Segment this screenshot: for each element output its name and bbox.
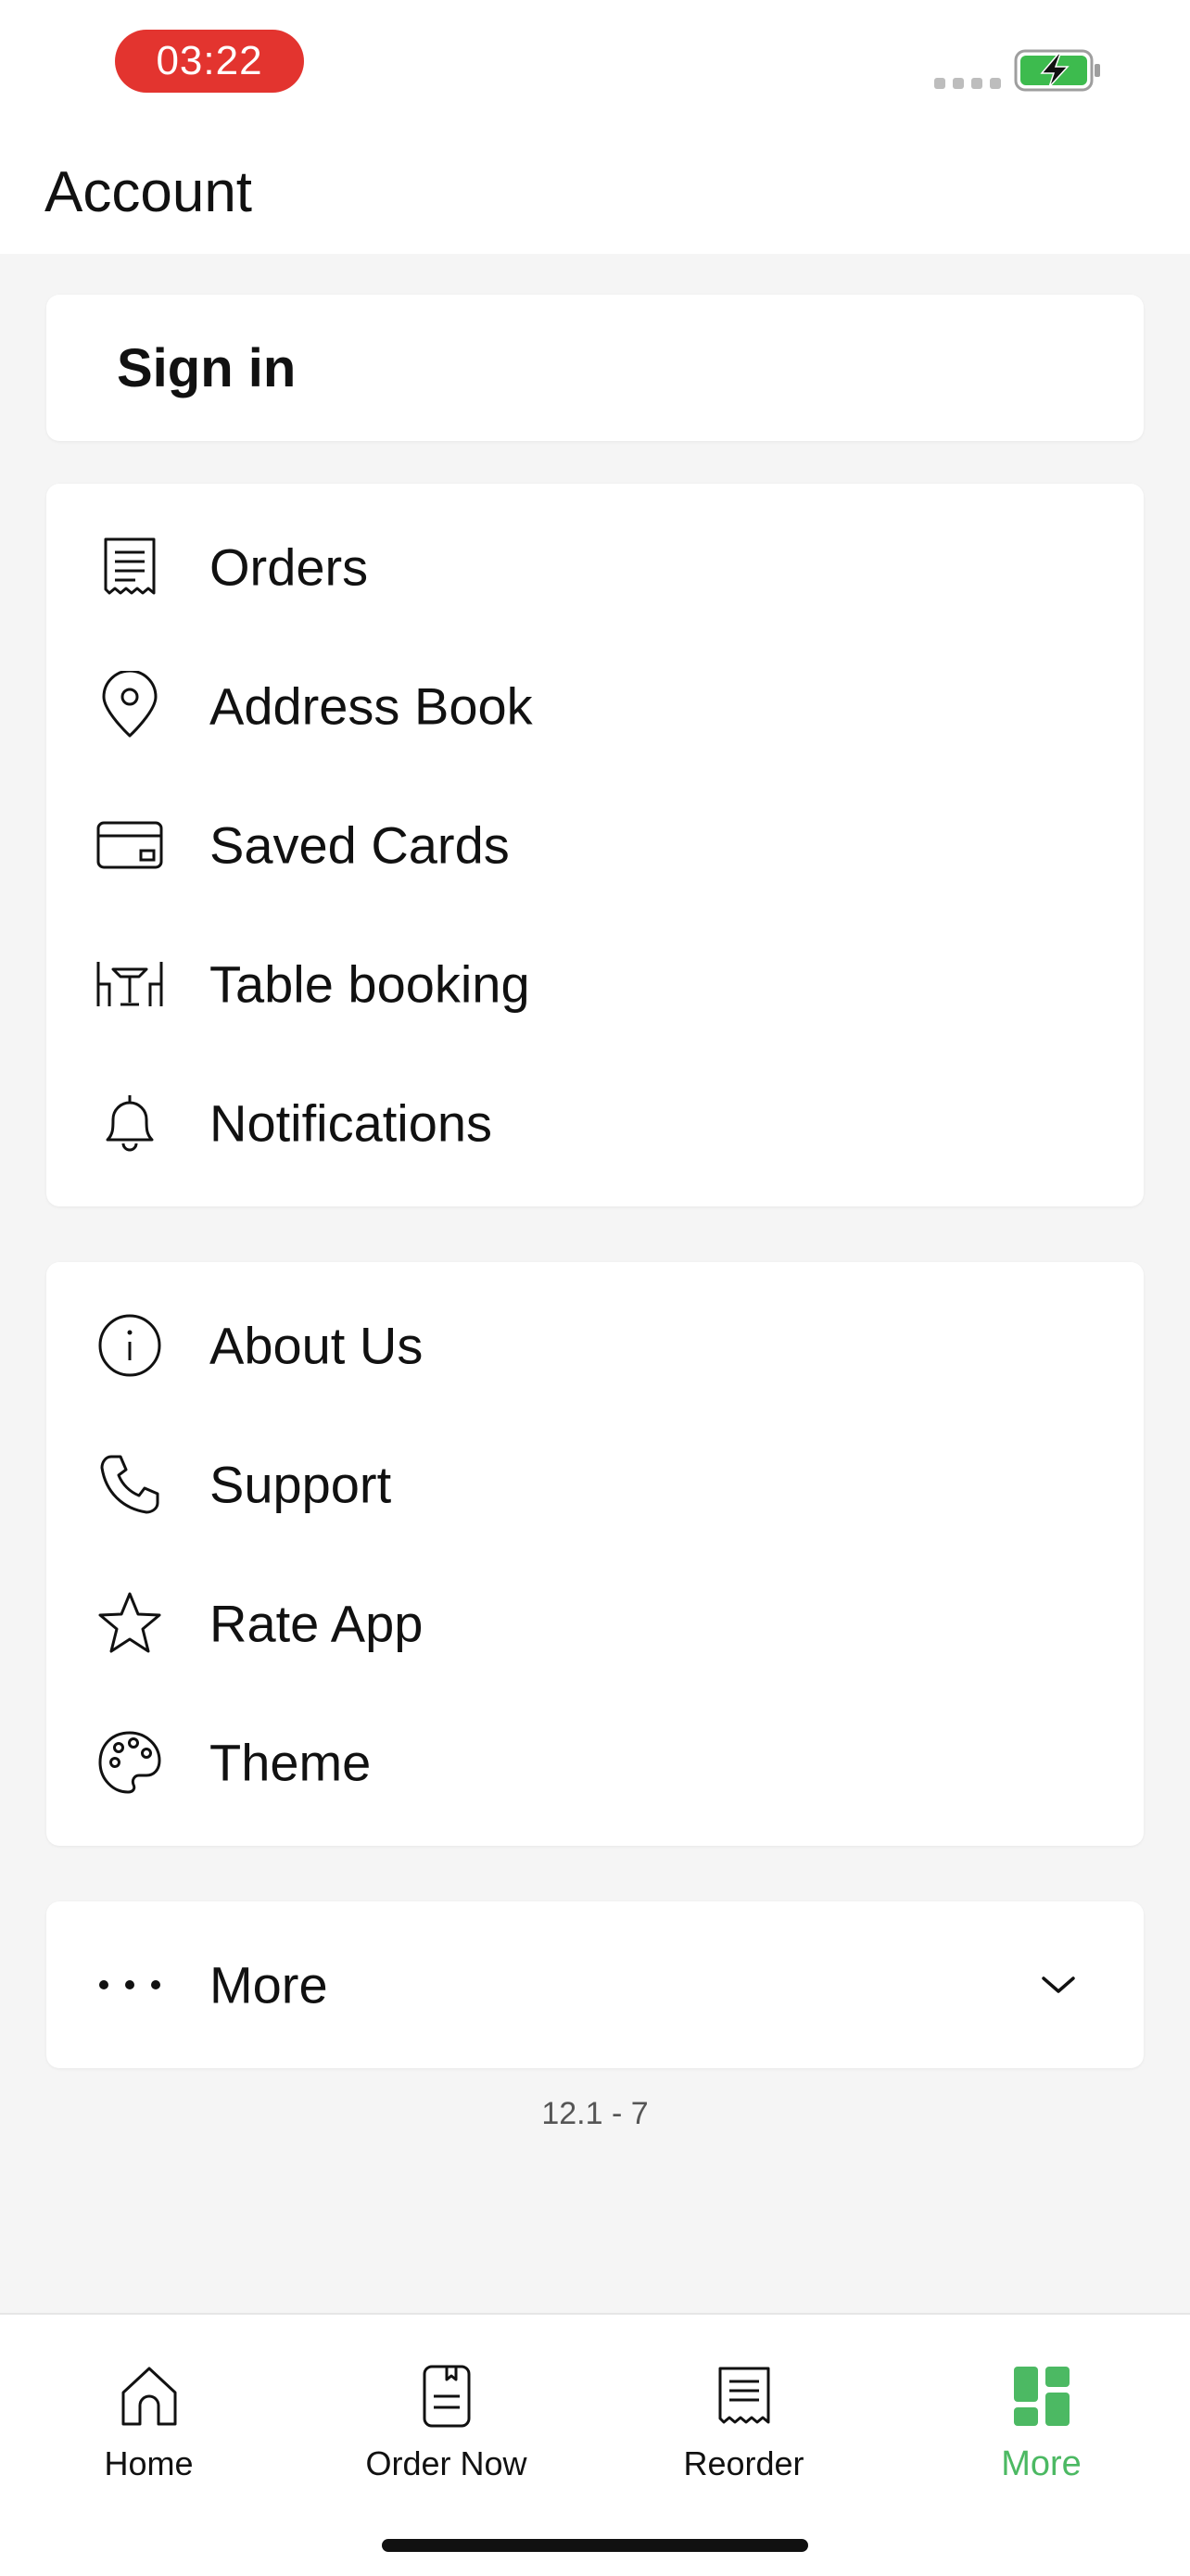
menu-item-label: Table booking: [209, 954, 530, 1014]
menu-item-label: Notifications: [209, 1093, 493, 1153]
app-version: 12.1 - 7: [541, 2096, 649, 2131]
menu-item-about-us[interactable]: About Us: [46, 1276, 1144, 1415]
menu-item-label: Address Book: [209, 676, 533, 736]
home-icon: [121, 2367, 176, 2426]
ellipsis-icon: [99, 1980, 160, 1989]
grid-icon: [1013, 2367, 1070, 2426]
page-header: Account: [0, 139, 1190, 254]
menu-item-notifications[interactable]: Notifications: [46, 1054, 1144, 1193]
home-indicator[interactable]: [382, 2539, 808, 2552]
menu-item-label: About Us: [209, 1316, 424, 1375]
menu-item-label: Theme: [209, 1733, 372, 1792]
bottom-tab-bar: Home Order Now Reorder More: [0, 2313, 1190, 2576]
bell-icon: [106, 1095, 154, 1152]
menu-item-label: Support: [209, 1455, 392, 1514]
menu-item-theme[interactable]: Theme: [46, 1693, 1144, 1832]
menu-item-label: Orders: [209, 537, 369, 597]
tab-order-now[interactable]: Order Now: [298, 2315, 595, 2500]
menu-item-saved-cards[interactable]: Saved Cards: [46, 776, 1144, 915]
cellular-signal-icon: [934, 78, 1001, 89]
phone-icon: [100, 1455, 159, 1514]
tab-label: More: [1001, 2444, 1082, 2483]
location-pin-icon: [102, 671, 158, 738]
page-title: Account: [44, 160, 253, 224]
tab-more[interactable]: More: [892, 2315, 1190, 2500]
more-card[interactable]: More: [46, 1901, 1144, 2068]
tab-label: Order Now: [365, 2444, 527, 2482]
sign-in-card[interactable]: Sign in: [46, 295, 1144, 441]
menu-item-support[interactable]: Support: [46, 1415, 1144, 1554]
info-icon: [98, 1314, 161, 1377]
menu-item-rate-app[interactable]: Rate App: [46, 1554, 1144, 1693]
table-dining-icon: [96, 962, 163, 1006]
tab-label: Home: [104, 2444, 194, 2482]
palette-icon: [98, 1731, 161, 1794]
star-icon: [98, 1592, 161, 1653]
time-pill: 03:22: [115, 30, 304, 93]
battery-charging-icon: [1014, 49, 1100, 92]
order-book-icon: [423, 2365, 470, 2428]
info-menu-card: About Us Support Rate App Theme: [46, 1262, 1144, 1846]
status-bar: 03:22: [0, 0, 1190, 139]
more-toggle[interactable]: More: [46, 1915, 1144, 2054]
receipt-icon: [718, 2367, 769, 2424]
clock-time: 03:22: [156, 38, 263, 83]
tab-home[interactable]: Home: [0, 2315, 298, 2500]
more-label: More: [209, 1955, 328, 2014]
credit-card-icon: [96, 821, 163, 869]
menu-item-table-booking[interactable]: Table booking: [46, 915, 1144, 1054]
menu-item-orders[interactable]: Orders: [46, 498, 1144, 637]
menu-item-address-book[interactable]: Address Book: [46, 637, 1144, 776]
sign-in-label: Sign in: [117, 338, 297, 398]
menu-item-label: Rate App: [209, 1594, 424, 1653]
tab-reorder[interactable]: Reorder: [595, 2315, 892, 2500]
menu-item-label: Saved Cards: [209, 815, 510, 875]
receipt-icon: [104, 537, 156, 595]
chevron-down-icon: [1042, 1976, 1075, 1993]
account-menu-card: Orders Address Book Saved Cards Table bo…: [46, 484, 1144, 1206]
tab-label: Reorder: [683, 2444, 804, 2482]
